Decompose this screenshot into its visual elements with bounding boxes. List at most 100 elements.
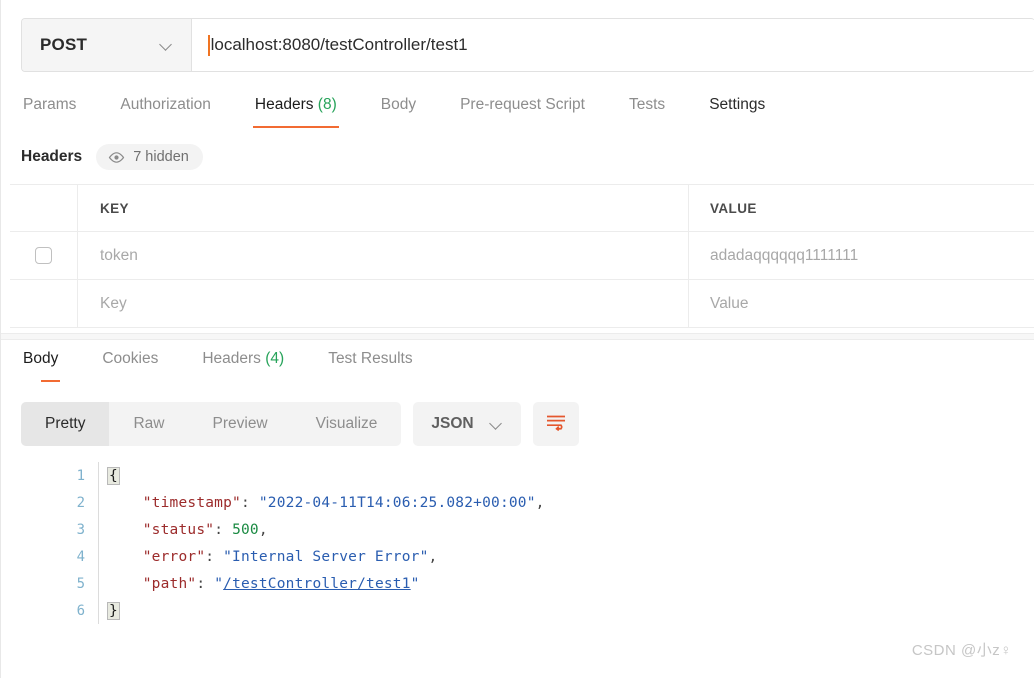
code-line: 5 "path": "/testController/test1" (10, 570, 1034, 597)
code-token: 500 (232, 521, 259, 538)
header-value-cell[interactable]: adadaqqqqqq1111111 (689, 232, 1034, 279)
url-input[interactable]: localhost:8080/testController/test1 (192, 19, 1034, 71)
url-bar: POST localhost:8080/testController/test1 (21, 18, 1034, 72)
tab-settings[interactable]: Settings (687, 92, 787, 128)
code-token: "status" (142, 521, 215, 538)
line-number: 4 (76, 548, 85, 565)
tab-params[interactable]: Params (21, 92, 98, 128)
header-key-text: Key (100, 294, 127, 312)
row-checkbox-cell (10, 280, 78, 327)
tab-label: Headers (254, 96, 314, 113)
response-view-mode-group: Pretty Raw Preview Visualize (21, 402, 402, 446)
url-text: localhost:8080/testController/test1 (210, 35, 468, 54)
postman-request-response-pane: POST localhost:8080/testController/test1… (0, 0, 1034, 678)
code-token: , (535, 494, 545, 511)
watermark: CSDN @小z♀ (911, 642, 1012, 659)
tab-count-badge: (8) (313, 96, 337, 113)
tab-label: Cookies (102, 350, 159, 367)
line-number: 3 (76, 521, 85, 538)
tab-body[interactable]: Body (359, 92, 438, 128)
table-row: Key Value (10, 280, 1034, 328)
code-token: : (240, 494, 259, 511)
response-section-divider (1, 333, 1034, 340)
header-key-text: token (100, 246, 138, 264)
code-text: { (99, 466, 120, 485)
header-row-check-col (10, 185, 78, 231)
code-line: 1{ (10, 462, 1034, 489)
column-header-key: KEY (78, 185, 689, 231)
code-token: /testController/test1 (223, 575, 411, 592)
hidden-headers-toggle[interactable]: 7 hidden (96, 144, 203, 170)
code-token: , (428, 548, 438, 565)
tab-count-badge: (4) (260, 350, 285, 367)
code-line: 2 "timestamp": "2022-04-11T14:06:25.082+… (10, 489, 1034, 516)
code-line: 6} (10, 597, 1034, 624)
headers-table: KEY VALUE token adadaqqqqqq1111111 Key Valu… (10, 184, 1034, 328)
response-tab-test-results[interactable]: Test Results (306, 346, 434, 382)
row-checkbox-cell (10, 232, 78, 279)
tab-label: Tests (629, 96, 666, 113)
tab-tests[interactable]: Tests (607, 92, 687, 128)
response-body-code[interactable]: 1{2 "timestamp": "2022-04-11T14:06:25.08… (10, 462, 1034, 662)
http-method-label: POST (40, 35, 88, 54)
code-token: "2022-04-11T14:06:25.082+00:00" (258, 494, 536, 511)
request-tab-bar: Params Authorization Headers (8) Body Pre-re… (21, 92, 787, 128)
column-header-key-label: KEY (100, 200, 129, 216)
tab-headers[interactable]: Headers (8) (233, 92, 359, 128)
eye-icon (108, 151, 125, 163)
response-tab-cookies[interactable]: Cookies (80, 346, 180, 382)
tab-label: Headers (202, 350, 261, 367)
tab-label: Params (23, 96, 77, 113)
hidden-headers-label: 7 hidden (133, 149, 189, 165)
line-number: 1 (76, 467, 85, 484)
code-token: "Internal Server Error" (223, 548, 429, 565)
tab-label: Body (23, 350, 59, 367)
code-token: : (196, 575, 215, 592)
view-mode-preview[interactable]: Preview (189, 402, 292, 446)
row-checkbox[interactable] (35, 247, 52, 264)
view-mode-visualize[interactable]: Visualize (292, 402, 402, 446)
code-token: , (258, 521, 268, 538)
code-line: 4 "error": "Internal Server Error", (10, 543, 1034, 570)
response-language-label: JSON (431, 415, 474, 432)
code-text: "error": "Internal Server Error", (99, 548, 438, 565)
chevron-down-icon (490, 418, 503, 431)
text-caret (208, 34, 210, 56)
tab-authorization[interactable]: Authorization (98, 92, 232, 128)
response-tab-headers[interactable]: Headers (4) (180, 346, 306, 382)
tab-label: Settings (709, 96, 766, 113)
code-line: 3 "status": 500, (10, 516, 1034, 543)
line-number: 5 (76, 575, 85, 592)
header-value-text: Value (710, 294, 749, 312)
code-token: { (107, 466, 120, 485)
tab-label: Test Results (328, 350, 413, 367)
headers-subheader: Headers 7 hidden (21, 144, 203, 170)
header-value-cell[interactable]: Value (689, 280, 1034, 327)
response-tab-body[interactable]: Body (21, 346, 80, 382)
view-mode-raw[interactable]: Raw (109, 402, 188, 446)
http-method-selector[interactable]: POST (22, 19, 192, 71)
code-text: "status": 500, (99, 522, 268, 538)
table-row: token adadaqqqqqq1111111 (10, 232, 1034, 280)
column-header-value: VALUE (689, 185, 1034, 231)
tab-pre-request-script[interactable]: Pre-request Script (438, 92, 607, 128)
word-wrap-button[interactable] (532, 402, 579, 446)
word-wrap-icon (545, 413, 567, 436)
tab-label: Pre-request Script (460, 96, 585, 113)
header-key-cell[interactable]: Key (78, 280, 689, 327)
code-token: "path" (142, 575, 197, 592)
code-text: "path": "/testController/test1" (99, 576, 420, 592)
view-mode-pretty[interactable]: Pretty (21, 402, 110, 446)
code-token: " (410, 575, 420, 592)
code-token: " (214, 575, 224, 592)
code-token: : (214, 521, 233, 538)
tab-label: Body (380, 96, 417, 113)
code-token: : (205, 548, 224, 565)
response-language-selector[interactable]: JSON (413, 402, 521, 446)
code-token: } (107, 601, 120, 620)
chevron-down-icon (160, 39, 173, 52)
header-key-cell[interactable]: token (78, 232, 689, 279)
